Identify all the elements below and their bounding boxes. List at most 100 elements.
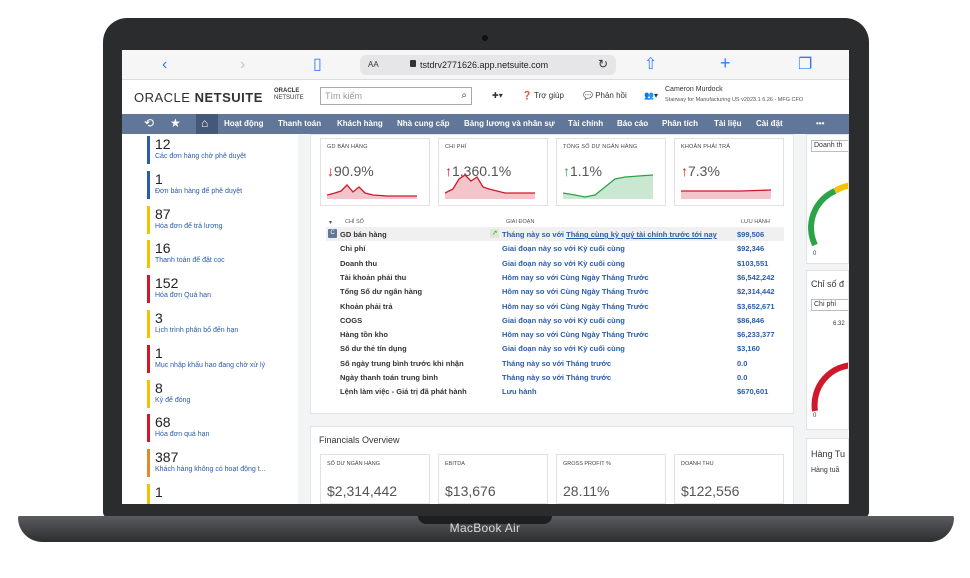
period-link[interactable]: Kỳ cuối cùng (578, 244, 625, 253)
table-row[interactable]: Khoản phải trả Hôm nay so với Cùng Ngày T… (326, 299, 784, 313)
reminder-label[interactable]: Mục nhập khấu hao đang chờ xử lý (155, 361, 265, 371)
table-row[interactable]: Số ngày trung bình trước khi nhận Tháng n… (326, 356, 784, 370)
current-value[interactable]: 0.0 (737, 359, 747, 368)
reminder-item[interactable]: 16 Thanh toán để đặt cọc (147, 240, 225, 269)
nav-more-button[interactable]: ••• (816, 119, 824, 128)
reminder-label[interactable]: Các đơn hàng chờ phê duyệt (155, 152, 246, 162)
search-input[interactable]: Tìm kiếm (325, 91, 362, 101)
text-size-button[interactable]: AA (368, 60, 379, 69)
table-row[interactable]: COGS Giai đoạn này so với Kỳ cuối cùng $86… (326, 313, 784, 327)
period-link[interactable]: Cùng Ngày Tháng Trước (560, 287, 648, 296)
address-bar[interactable]: AA tstdrv2771626.app.netsuite.com ↻ (360, 55, 616, 75)
table-row[interactable]: Tổng Số dư ngân hàng Hôm nay so với Cùng … (326, 284, 784, 298)
current-value[interactable]: $3,160 (737, 344, 760, 353)
gauge-select-1[interactable]: Doanh th (811, 140, 848, 152)
kpi-card[interactable]: GD BÁN HÀNG ↓90.9% (320, 138, 430, 206)
feedback-link[interactable]: 💬 Phản hồi (583, 91, 627, 100)
nav-item-vendors[interactable]: Nhà cung cấp (397, 119, 449, 128)
current-value[interactable]: $2,314,442 (737, 287, 775, 296)
table-row[interactable]: Ngày thanh toán trung bình Tháng này so v… (326, 370, 784, 384)
nav-item-setup[interactable]: Cài đặt (756, 119, 783, 128)
period-link[interactable]: Cùng Ngày Tháng Trước (560, 302, 648, 311)
nav-item-analytics[interactable]: Phân tích (662, 119, 698, 128)
reminder-label[interactable]: Hóa đơn quá hạn (155, 430, 209, 440)
reminder-item[interactable]: 68 Hóa đơn quá hạn (147, 414, 209, 443)
reminder-label[interactable]: Hóa đơn để trả lương (155, 222, 223, 232)
reminder-label[interactable]: Hóa đơn Quá hạn (155, 291, 211, 301)
financial-kpi-card[interactable]: GROSS PROFIT % 28.11% (556, 454, 666, 504)
current-value[interactable]: $6,233,377 (737, 330, 775, 339)
nav-item-payments[interactable]: Thanh toán (278, 119, 321, 128)
period-link[interactable]: Cùng Ngày Tháng Trước (560, 273, 648, 282)
collapse-icon[interactable]: ▾ (329, 219, 332, 226)
reminder-item[interactable]: 8 Kỳ để đóng (147, 379, 190, 408)
share-icon[interactable]: ⇧ (644, 55, 657, 75)
current-value[interactable]: $99,506 (737, 230, 764, 239)
create-new-icon[interactable]: ✚▾ (492, 91, 503, 100)
reminder-item[interactable]: 152 Hóa đơn Quá hạn (147, 275, 211, 304)
table-row[interactable]: Chi phí Giai đoạn này so với Kỳ cuối cùng… (326, 241, 784, 255)
period-link[interactable]: Tháng trước (566, 373, 611, 382)
bookmarks-icon[interactable]: ▯ (313, 55, 322, 75)
period-link[interactable]: Kỳ cuối cùng (578, 344, 625, 353)
tabs-overview-icon[interactable]: ❐ (798, 55, 812, 75)
home-button[interactable]: ⌂ (196, 114, 218, 134)
oracle-netsuite-logo[interactable]: ORACLE NETSUITE (134, 90, 263, 105)
row-chart-icon[interactable]: C (328, 229, 337, 238)
reminder-item[interactable]: 387 Khách hàng không có hoạt động t... (147, 449, 266, 478)
table-row[interactable]: Số dư thẻ tín dụng Giai đoạn này so với K… (326, 341, 784, 355)
current-value[interactable]: 0.0 (737, 373, 747, 382)
period-link[interactable]: Cùng Ngày Tháng Trước (560, 330, 648, 339)
current-value[interactable]: $92,346 (737, 244, 764, 253)
nav-item-reports[interactable]: Báo cáo (617, 119, 648, 128)
nav-item-payroll-hr[interactable]: Bảng lương và nhân sự (464, 119, 555, 128)
financial-kpi-card[interactable]: SỐ DƯ NGÂN HÀNG $2,314,442 (320, 454, 430, 504)
period-link[interactable]: Tháng trước (566, 359, 611, 368)
help-link[interactable]: ❓ Trợ giúp (522, 91, 564, 100)
reminder-label[interactable]: Lịch trình phân bổ đến hạn (155, 326, 238, 336)
reload-icon[interactable]: ↻ (598, 57, 608, 71)
table-row[interactable]: Hàng tồn kho Hôm nay so với Cùng Ngày Thá… (326, 327, 784, 341)
current-value[interactable]: $86,846 (737, 316, 764, 325)
global-search[interactable]: Tìm kiếm ⌕ (320, 87, 472, 105)
search-icon[interactable]: ⌕ (461, 90, 467, 101)
forward-icon[interactable]: › (240, 55, 245, 75)
period-link[interactable]: Tháng cùng kỳ quý tài chính trước tới na… (566, 230, 717, 239)
table-row[interactable]: C ↗ GD bán hàng Tháng này so với Tháng cùng… (326, 227, 784, 241)
trend-graph-icon[interactable]: ↗ (490, 229, 499, 238)
favorites-icon[interactable]: ★ (170, 116, 181, 130)
kpi-card[interactable]: CHI PHÍ ↑1,360.1% (438, 138, 548, 206)
reminder-item[interactable]: 1 (147, 484, 163, 504)
weekly-select[interactable]: Hàng tuầ (811, 467, 848, 479)
reminder-item[interactable]: 1 Mục nhập khấu hao đang chờ xử lý (147, 344, 265, 373)
reminder-label[interactable]: Kỳ để đóng (155, 396, 190, 406)
nav-item-customers[interactable]: Khách hàng (337, 119, 383, 128)
financial-kpi-card[interactable]: DOANH THU $122,556 (674, 454, 784, 504)
reminder-item[interactable]: 87 Hóa đơn để trả lương (147, 205, 223, 234)
table-row[interactable]: Lệnh làm việc - Giá trị đã phát hành Lưu … (326, 384, 784, 398)
nav-item-documents[interactable]: Tài liệu (714, 119, 742, 128)
back-icon[interactable]: ‹ (162, 55, 167, 75)
table-row[interactable]: Doanh thu Giai đoạn này so với Kỳ cuối cù… (326, 256, 784, 270)
period-link[interactable]: Kỳ cuối cùng (578, 259, 625, 268)
period-link[interactable]: Kỳ cuối cùng (578, 316, 625, 325)
user-menu[interactable]: Cameron Murdock Stairway for Manufacturi… (665, 85, 803, 105)
gauge-select-2[interactable]: Chi phí (811, 299, 848, 311)
roles-icon[interactable]: 👥▾ (644, 91, 658, 100)
reminder-label[interactable]: Thanh toán để đặt cọc (155, 256, 225, 266)
nav-item-activities[interactable]: Hoạt động (224, 119, 264, 128)
current-value[interactable]: $6,542,242 (737, 273, 775, 282)
table-row[interactable]: Tài khoản phải thu Hôm nay so với Cùng Ng… (326, 270, 784, 284)
kpi-card[interactable]: TỔNG SỐ DƯ NGÂN HÀNG ↑1.1% (556, 138, 666, 206)
current-value[interactable]: $3,652,671 (737, 302, 775, 311)
nav-item-financial[interactable]: Tài chính (568, 119, 603, 128)
new-tab-icon[interactable]: + (720, 53, 731, 73)
current-value[interactable]: $670,601 (737, 387, 768, 396)
reminder-item[interactable]: 12 Các đơn hàng chờ phê duyệt (147, 136, 246, 164)
reminder-item[interactable]: 3 Lịch trình phân bổ đến hạn (147, 310, 238, 338)
current-value[interactable]: $103,551 (737, 259, 768, 268)
reminder-label[interactable]: Đơn bán hàng để phê duyệt (155, 187, 242, 197)
financial-kpi-card[interactable]: EBITDA $13,676 (438, 454, 548, 504)
reminder-label[interactable]: Khách hàng không có hoạt động t... (155, 465, 266, 475)
reminder-item[interactable]: 1 Đơn bán hàng để phê duyệt (147, 170, 242, 199)
